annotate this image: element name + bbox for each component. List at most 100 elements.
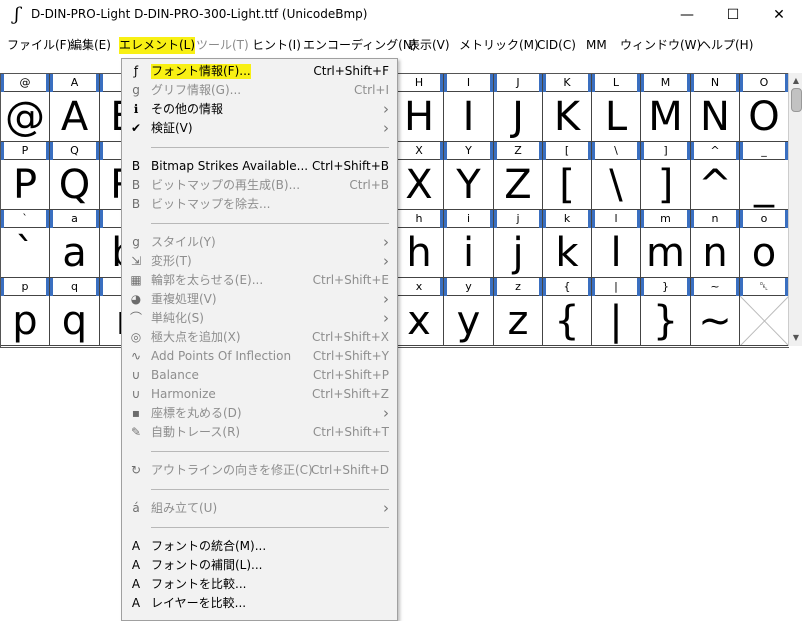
glyph-cell[interactable]: Z [494,160,543,210]
glyph-label[interactable]: ^ [691,142,740,160]
menu-item-bitmap-strikes[interactable]: B Bitmap Strikes Available... Ctrl+Shift+B [122,157,397,176]
glyph-label[interactable]: m [641,210,691,228]
glyph-label[interactable]: ␡ [740,278,789,296]
glyph-label[interactable]: x [395,278,444,296]
glyph-label[interactable]: L [592,74,641,92]
menu-8[interactable]: CID(C) [537,37,576,54]
glyph-cell[interactable]: Y [444,160,494,210]
menu-item-font-info[interactable]: ƒ フォント情報(F)... Ctrl+Shift+F [122,62,397,81]
glyph-label[interactable]: A [50,74,100,92]
glyph-label[interactable]: { [543,278,592,296]
scroll-down-arrow-icon[interactable]: ▼ [789,330,802,346]
scroll-thumb[interactable] [791,88,802,112]
menu-item-info[interactable]: ℹ その他の情報 › [122,100,397,119]
glyph-cell[interactable]: P [1,160,50,210]
glyph-cell[interactable]: J [494,92,543,142]
menu-item-compare-layers[interactable]: A レイヤーを比較... [122,594,397,613]
glyph-label[interactable]: a [50,210,100,228]
glyph-label[interactable]: @ [1,74,50,92]
glyph-cell[interactable]: j [494,228,543,278]
glyph-label[interactable]: _ [740,142,789,160]
glyph-cell[interactable]: i [444,228,494,278]
vertical-scrollbar[interactable]: ▲ ▼ [788,73,802,346]
glyph-label[interactable]: Z [494,142,543,160]
glyph-label[interactable]: I [444,74,494,92]
glyph-cell[interactable]: n [691,228,740,278]
glyph-label[interactable]: H [395,74,444,92]
scroll-up-arrow-icon[interactable]: ▲ [789,73,802,89]
menu-3[interactable]: ツール(T) [196,37,249,54]
glyph-cell[interactable]: ` [1,228,50,278]
glyph-cell[interactable]: h [395,228,444,278]
menu-1[interactable]: 編集(E) [70,37,111,54]
glyph-label[interactable]: n [691,210,740,228]
glyph-label[interactable]: h [395,210,444,228]
glyph-label[interactable]: i [444,210,494,228]
glyph-cell[interactable]: @ [1,92,50,142]
glyph-cell[interactable]: p [1,296,50,346]
glyph-cell[interactable]: A [50,92,100,142]
menu-item-compare-fonts[interactable]: A フォントを比較... [122,575,397,594]
menu-item-merge-fonts[interactable]: A フォントの統合(M)... [122,537,397,556]
glyph-cell[interactable]: X [395,160,444,210]
glyph-label[interactable]: N [691,74,740,92]
glyph-cell[interactable]: O [740,92,789,142]
glyph-cell[interactable]: ] [641,160,691,210]
glyph-cell[interactable]: _ [740,160,789,210]
glyph-cell[interactable]: N [691,92,740,142]
glyph-label[interactable]: ] [641,142,691,160]
glyph-cell[interactable]: ~ [691,296,740,346]
glyph-cell[interactable]: \ [592,160,641,210]
glyph-cell[interactable]: } [641,296,691,346]
glyph-label[interactable]: y [444,278,494,296]
glyph-cell[interactable]: q [50,296,100,346]
glyph-cell[interactable]: M [641,92,691,142]
glyph-cell[interactable]: ^ [691,160,740,210]
glyph-label[interactable]: O [740,74,789,92]
glyph-cell[interactable]: z [494,296,543,346]
glyph-label[interactable]: j [494,210,543,228]
glyph-label[interactable]: k [543,210,592,228]
glyph-cell[interactable]: o [740,228,789,278]
glyph-label[interactable]: J [494,74,543,92]
glyph-label[interactable]: ~ [691,278,740,296]
glyph-cell[interactable]: x [395,296,444,346]
glyph-cell[interactable]: y [444,296,494,346]
glyph-label[interactable]: K [543,74,592,92]
glyph-label[interactable]: q [50,278,100,296]
glyph-cell[interactable]: [ [543,160,592,210]
menu-4[interactable]: ヒント(I) [252,37,301,54]
glyph-cell[interactable]: H [395,92,444,142]
glyph-cell[interactable]: K [543,92,592,142]
minimize-button[interactable]: — [664,0,710,31]
menu-11[interactable]: ヘルプ(H) [699,37,753,54]
menu-item-check[interactable]: ✔ 検証(V) › [122,119,397,138]
menu-10[interactable]: ウィンドウ(W) [620,37,701,54]
close-button[interactable]: ✕ [756,0,802,31]
glyph-label[interactable]: | [592,278,641,296]
glyph-cell[interactable]: | [592,296,641,346]
glyph-cell[interactable]: m [641,228,691,278]
glyph-label[interactable]: } [641,278,691,296]
glyph-cell[interactable]: L [592,92,641,142]
glyph-label[interactable]: P [1,142,50,160]
glyph-cell[interactable]: { [543,296,592,346]
glyph-label[interactable]: [ [543,142,592,160]
maximize-button[interactable]: ☐ [710,0,756,31]
glyph-label[interactable]: Y [444,142,494,160]
menu-9[interactable]: MM [586,37,607,54]
glyph-label[interactable]: Q [50,142,100,160]
glyph-cell[interactable] [740,296,789,346]
glyph-label[interactable]: X [395,142,444,160]
menu-7[interactable]: メトリック(M) [459,37,539,54]
menu-item-interpolate-fonts[interactable]: A フォントの補間(L)... [122,556,397,575]
menu-0[interactable]: ファイル(F) [7,37,71,54]
glyph-label[interactable]: l [592,210,641,228]
glyph-cell[interactable]: l [592,228,641,278]
glyph-label[interactable]: o [740,210,789,228]
glyph-label[interactable]: M [641,74,691,92]
glyph-label[interactable]: p [1,278,50,296]
glyph-cell[interactable]: I [444,92,494,142]
menu-5[interactable]: エンコーディング(N) [303,37,417,54]
glyph-cell[interactable]: a [50,228,100,278]
